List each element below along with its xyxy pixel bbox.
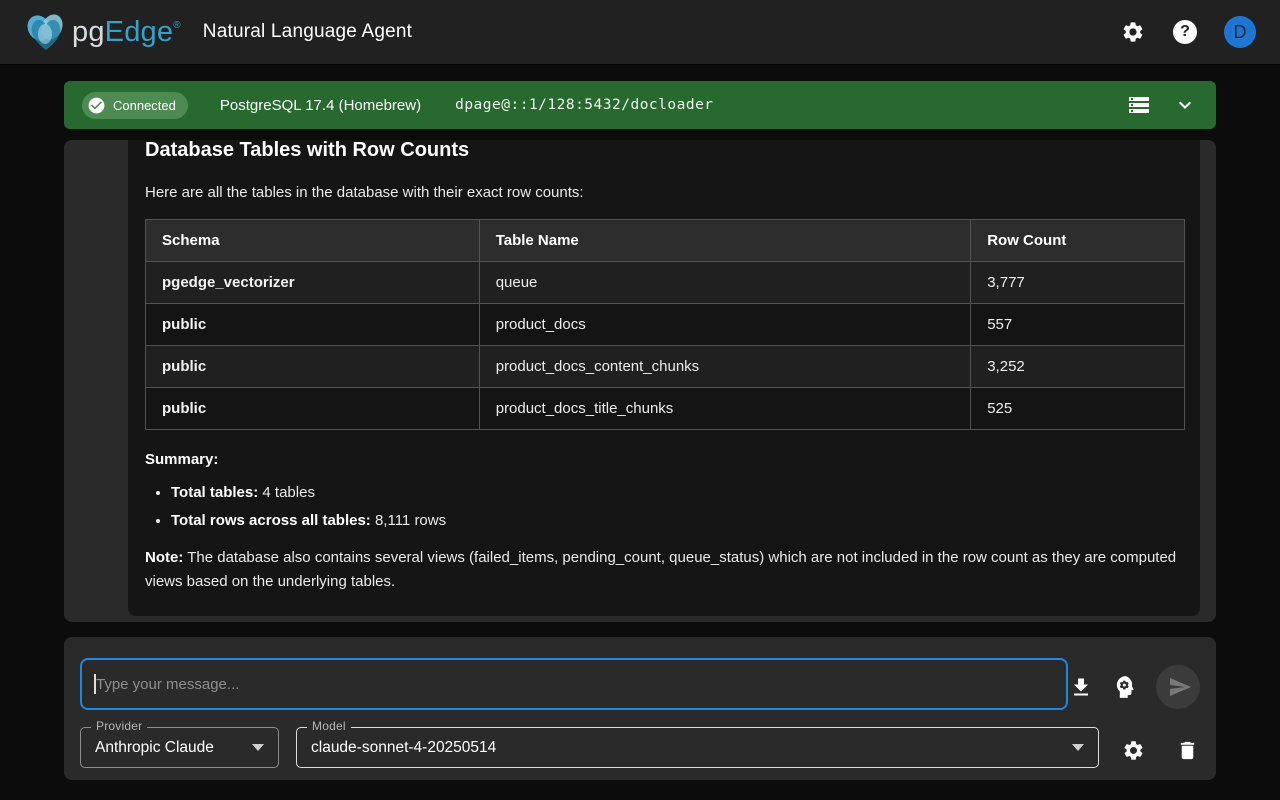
page-title: Natural Language Agent — [203, 21, 412, 43]
row-counts-table: Schema Table Name Row Count pgedge_vecto… — [145, 219, 1185, 430]
gear-icon — [1121, 20, 1145, 44]
connection-bar: Connected PostgreSQL 17.4 (Homebrew) dpa… — [64, 81, 1216, 129]
table-row: public product_docs 557 — [146, 304, 1185, 346]
provider-label: Provider — [91, 719, 147, 733]
bullet-label: Total tables: — [171, 484, 258, 501]
bullet-value: 8,111 rows — [371, 512, 446, 529]
settings-button[interactable] — [1120, 19, 1146, 45]
summary-list: Total tables: 4 tables Total rows across… — [171, 483, 1184, 530]
psychology-icon — [1112, 674, 1138, 700]
cell-schema: public — [146, 346, 480, 388]
trash-icon — [1176, 739, 1199, 762]
cell-table-name: queue — [479, 262, 971, 304]
cell-row-count: 525 — [971, 388, 1185, 430]
text-caret — [94, 674, 96, 694]
assistant-message: Database Tables with Row Counts Here are… — [128, 140, 1200, 616]
cell-schema: public — [146, 304, 480, 346]
message-intro: Here are all the tables in the database … — [145, 183, 1184, 202]
table-row: public product_docs_content_chunks 3,252 — [146, 346, 1185, 388]
provider-select[interactable]: Provider Anthropic Claude — [80, 727, 279, 768]
connection-list-button[interactable] — [1126, 92, 1152, 118]
list-item: Total rows across all tables: 8,111 rows — [171, 511, 1184, 530]
download-icon — [1069, 675, 1093, 699]
cell-table-name: product_docs_title_chunks — [479, 388, 971, 430]
cell-row-count: 3,777 — [971, 262, 1185, 304]
send-button[interactable] — [1156, 665, 1200, 709]
message-note: Note: The database also contains several… — [145, 546, 1184, 594]
brand-pg: pg — [72, 16, 105, 49]
cell-table-name: product_docs — [479, 304, 971, 346]
cell-row-count: 3,252 — [971, 346, 1185, 388]
app-header: pgEdge® Natural Language Agent ? D — [0, 0, 1280, 64]
model-label: Model — [307, 719, 351, 733]
help-icon: ? — [1173, 20, 1197, 44]
table-header-row: Schema Table Name Row Count — [146, 220, 1185, 262]
model-select[interactable]: Model claude-sonnet-4-20250514 — [296, 727, 1099, 768]
cell-row-count: 557 — [971, 304, 1185, 346]
app-window: pgEdge® Natural Language Agent ? D Conne… — [0, 0, 1280, 800]
note-text: The database also contains several views… — [145, 549, 1176, 590]
connection-status-badge: Connected — [82, 92, 188, 119]
check-circle-icon — [87, 96, 106, 115]
summary-heading: Summary: — [145, 451, 1184, 468]
list-item: Total tables: 4 tables — [171, 483, 1184, 502]
column-header-schema: Schema — [146, 220, 480, 262]
chevron-down-icon — [1173, 93, 1197, 117]
brand-edge: Edge — [105, 16, 174, 49]
dropdown-arrow-icon — [1072, 744, 1084, 751]
model-value: claude-sonnet-4-20250514 — [311, 739, 496, 757]
composer-panel: Provider Anthropic Claude Model claude-s… — [64, 637, 1216, 780]
column-header-table-name: Table Name — [479, 220, 971, 262]
pgedge-logo: pgEdge® — [24, 12, 181, 52]
connection-dsn: dpage@::1/128:5432/docloader — [455, 97, 713, 113]
cell-schema: pgedge_vectorizer — [146, 262, 480, 304]
clear-chat-button[interactable] — [1174, 737, 1200, 763]
cell-table-name: product_docs_content_chunks — [479, 346, 971, 388]
download-chat-button[interactable] — [1068, 674, 1094, 700]
bullet-label: Total rows across all tables: — [171, 512, 371, 529]
thinking-mode-button[interactable] — [1112, 674, 1138, 700]
model-settings-button[interactable] — [1120, 737, 1146, 763]
server-list-icon — [1127, 93, 1151, 117]
connection-expand-button[interactable] — [1172, 92, 1198, 118]
pgedge-logo-icon — [24, 12, 68, 52]
brand-registered-mark: ® — [173, 20, 181, 31]
brand-wordmark: pgEdge® — [72, 16, 181, 49]
connection-status-label: Connected — [113, 98, 176, 113]
chat-message-list[interactable]: Database Tables with Row Counts Here are… — [64, 140, 1216, 622]
message-heading: Database Tables with Row Counts — [145, 140, 1184, 162]
note-label: Note: — [145, 549, 183, 566]
message-input[interactable] — [80, 658, 1068, 710]
help-button[interactable]: ? — [1172, 19, 1198, 45]
user-avatar[interactable]: D — [1224, 16, 1256, 48]
column-header-row-count: Row Count — [971, 220, 1185, 262]
send-icon — [1168, 675, 1192, 699]
table-row: public product_docs_title_chunks 525 — [146, 388, 1185, 430]
table-row: pgedge_vectorizer queue 3,777 — [146, 262, 1185, 304]
provider-value: Anthropic Claude — [95, 739, 214, 757]
bullet-value: 4 tables — [258, 484, 315, 501]
cell-schema: public — [146, 388, 480, 430]
dropdown-arrow-icon — [252, 744, 264, 751]
server-version-label: PostgreSQL 17.4 (Homebrew) — [220, 97, 421, 114]
gear-icon — [1122, 739, 1145, 762]
